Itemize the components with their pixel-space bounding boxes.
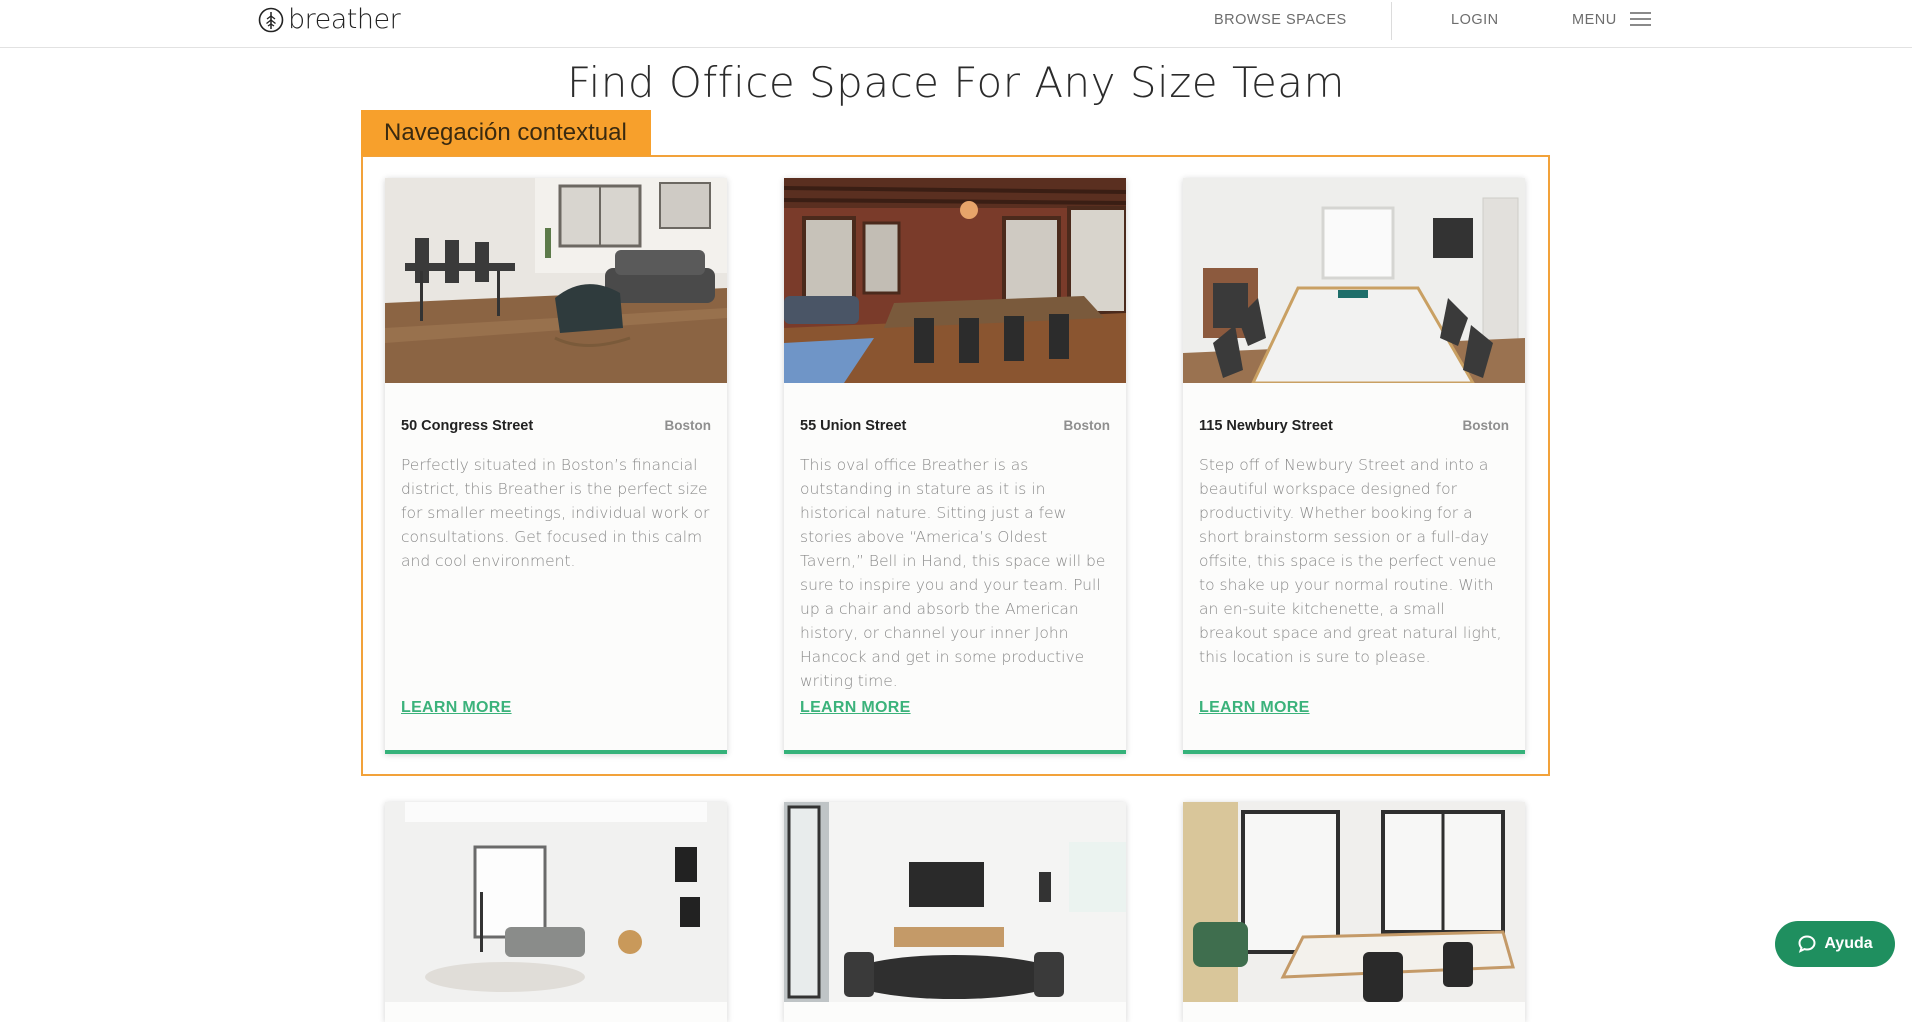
space-photo[interactable] [385, 802, 727, 1002]
space-photo[interactable] [784, 178, 1126, 383]
space-card[interactable] [385, 802, 727, 1022]
space-photo[interactable] [1183, 802, 1525, 1002]
browse-spaces-link[interactable]: BROWSE SPACES [1214, 12, 1347, 28]
site-header: breather BROWSE SPACES LOGIN MENU [0, 0, 1912, 48]
space-name[interactable]: 55 Union Street [800, 418, 906, 434]
hamburger-menu-icon[interactable] [1630, 12, 1651, 27]
space-card[interactable]: 50 Congress Street Boston Perfectly situ… [385, 178, 727, 754]
space-card[interactable]: 55 Union Street Boston This oval office … [784, 178, 1126, 754]
contextual-navigation-tag: Navegación contextual [361, 110, 651, 156]
space-photo[interactable] [784, 802, 1126, 1002]
space-card[interactable] [1183, 802, 1525, 1022]
space-city: Boston [664, 418, 712, 433]
space-city: Boston [1063, 418, 1111, 433]
space-photo[interactable] [385, 178, 727, 383]
card-header: 115 Newbury Street Boston [1199, 418, 1509, 434]
help-chat-button[interactable]: Ayuda [1775, 921, 1895, 967]
space-description: This oval office Breather is as outstand… [800, 456, 1106, 690]
nav-divider [1391, 2, 1392, 40]
learn-more-link[interactable]: LEARN MORE [1199, 699, 1310, 717]
space-description: Step off of Newbury Street and into a be… [1199, 456, 1502, 666]
space-city: Boston [1462, 418, 1510, 433]
page-title: Find Office Space For Any Size Team [567, 58, 1345, 107]
chat-bubble-icon [1798, 935, 1816, 953]
space-card[interactable] [784, 802, 1126, 1022]
card-header: 50 Congress Street Boston [401, 418, 711, 434]
breather-logo[interactable]: breather [258, 4, 401, 35]
tree-logo-icon [258, 7, 284, 33]
help-label: Ayuda [1824, 935, 1873, 952]
learn-more-link[interactable]: LEARN MORE [401, 699, 512, 717]
space-photo[interactable] [1183, 178, 1525, 383]
space-name[interactable]: 50 Congress Street [401, 418, 533, 434]
learn-more-link[interactable]: LEARN MORE [800, 699, 911, 717]
card-header: 55 Union Street Boston [800, 418, 1110, 434]
login-link[interactable]: LOGIN [1451, 12, 1499, 28]
space-card[interactable]: 115 Newbury Street Boston Step off of Ne… [1183, 178, 1525, 754]
menu-link[interactable]: MENU [1572, 12, 1617, 28]
logo-text: breather [288, 4, 401, 35]
space-description: Perfectly situated in Boston’s financial… [401, 456, 710, 570]
space-name[interactable]: 115 Newbury Street [1199, 418, 1333, 434]
